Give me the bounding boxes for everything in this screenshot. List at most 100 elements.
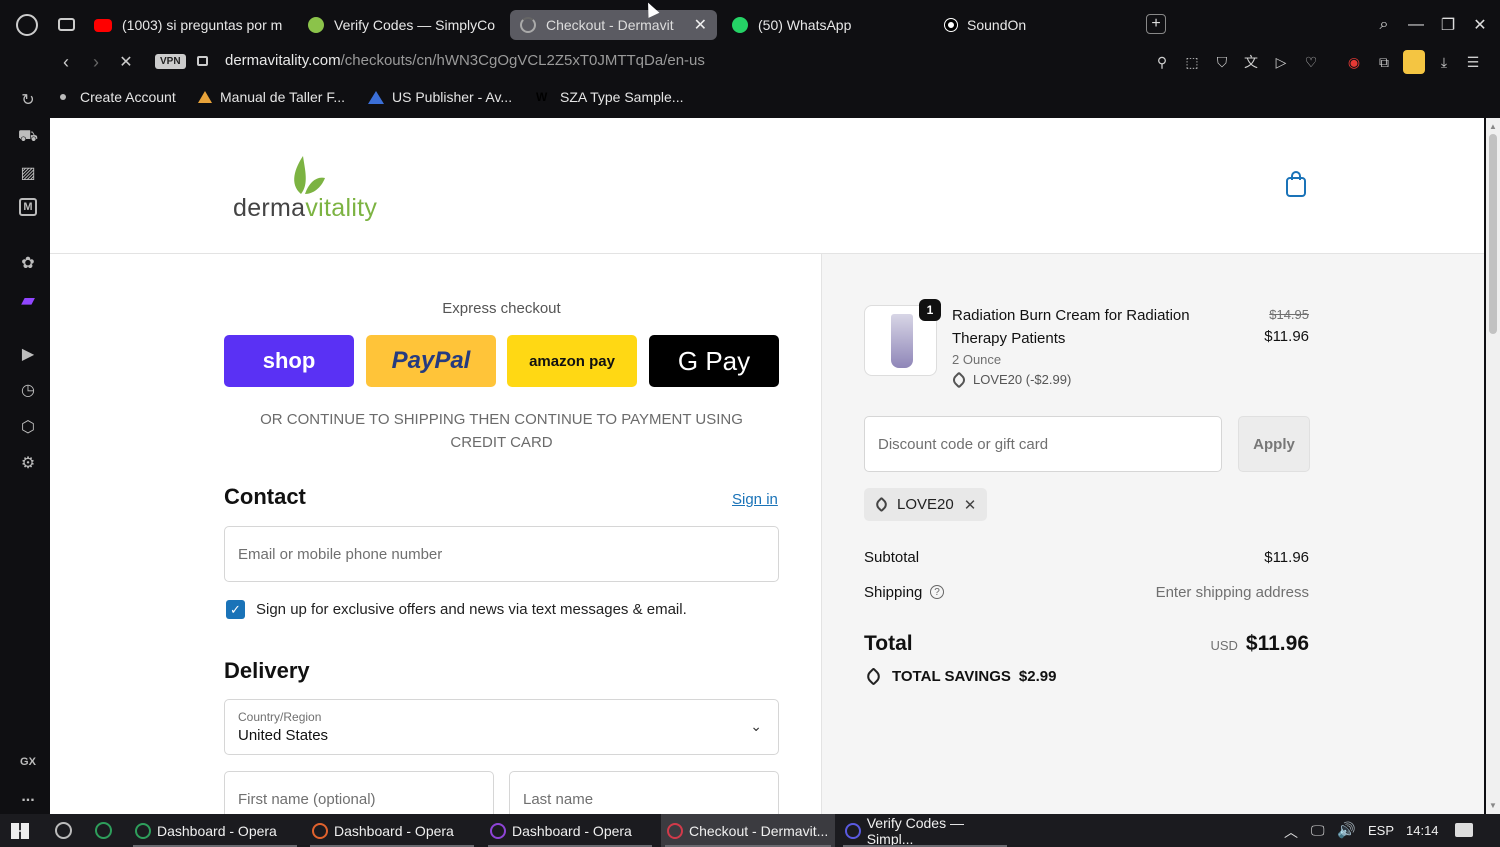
stop-loading-icon[interactable]: ✕	[116, 50, 136, 74]
new-tab-icon[interactable]: +	[1146, 14, 1166, 34]
bookmark-create-account[interactable]: Create Account	[60, 89, 176, 105]
contact-heading: Contact	[224, 484, 306, 509]
bag-icon[interactable]	[1286, 177, 1306, 197]
close-window-icon[interactable]: ✕	[1469, 14, 1491, 36]
m-app-icon[interactable]: M	[19, 198, 37, 216]
tray-chevron-icon[interactable]: ︿	[1284, 822, 1298, 842]
country-value: United States	[238, 727, 329, 744]
email-field[interactable]: Email or mobile phone number	[224, 526, 779, 582]
pin-icon[interactable]: ⚲	[1152, 52, 1172, 72]
tab-youtube[interactable]: (1003) si preguntas por m	[84, 10, 290, 40]
notifications-icon[interactable]	[1455, 823, 1473, 837]
news-icon[interactable]: ▨	[17, 162, 39, 184]
last-name-field[interactable]: Last name	[509, 771, 779, 814]
send-icon[interactable]: ▷	[1271, 52, 1291, 72]
lock-icon[interactable]	[197, 56, 208, 66]
help-icon[interactable]: ?	[930, 585, 944, 599]
taskbar-dashboard-3[interactable]: Dashboard - Opera	[484, 814, 656, 847]
bookmark-sza[interactable]: W SZA Type Sample...	[536, 89, 683, 105]
gx-label[interactable]: GX	[17, 751, 39, 773]
opera-gx-icon	[312, 822, 328, 839]
language-indicator[interactable]: ESP	[1368, 823, 1394, 838]
shipping-label: Shipping	[864, 584, 923, 601]
savings-row: TOTAL SAVINGS $2.99	[864, 667, 1057, 686]
forward-icon[interactable]: ›	[86, 50, 106, 74]
amazon-pay-button[interactable]: amazon pay	[507, 335, 637, 387]
country-select[interactable]: Country/Region United States ⌄	[224, 699, 779, 755]
taskbar-dashboard-1[interactable]: Dashboard - Opera	[129, 814, 301, 847]
brand-logo[interactable]: dermavitality	[233, 154, 393, 224]
scroll-thumb[interactable]	[1489, 134, 1497, 334]
tab-simplycodes[interactable]: Verify Codes — SimplyCo	[298, 10, 504, 40]
download-icon[interactable]: ⤓	[1434, 52, 1454, 72]
network-icon[interactable]: 🖵	[1311, 822, 1325, 839]
opera-menu-icon[interactable]	[16, 14, 38, 36]
bookmark-us-publisher[interactable]: US Publisher - Av...	[368, 89, 512, 105]
opera-taskbar-icon[interactable]	[55, 822, 72, 839]
player-icon[interactable]: ▶	[17, 343, 39, 365]
taskbar-checkout[interactable]: Checkout - Dermavit...	[661, 814, 835, 847]
opera-gx-icon	[667, 822, 683, 839]
taskbar-dashboard-2[interactable]: Dashboard - Opera	[306, 814, 478, 847]
publisher-icon	[368, 90, 384, 104]
discount-code-field[interactable]: Discount code or gift card	[864, 416, 1222, 472]
url-field[interactable]: dermavitality.com/checkouts/cn/hWN3CgOgV…	[225, 52, 705, 69]
restore-icon[interactable]: ❐	[1437, 14, 1459, 36]
savings-value: $2.99	[1018, 668, 1057, 685]
vpn-badge[interactable]: VPN	[155, 54, 186, 69]
youtube-icon	[94, 18, 112, 32]
heart-icon[interactable]: ♡	[1301, 52, 1321, 72]
minimize-icon[interactable]: —	[1405, 14, 1427, 36]
windows-start-icon[interactable]	[11, 823, 29, 839]
tab-checkout[interactable]: Checkout - Dermavit ✕	[510, 10, 717, 40]
back-icon[interactable]: ‹	[56, 50, 76, 74]
page-scrollbar[interactable]: ▲ ▼	[1486, 118, 1500, 814]
paypal-button[interactable]: PayPal	[366, 335, 496, 387]
first-name-field[interactable]: First name (optional)	[224, 771, 494, 814]
settings-icon[interactable]: ⚙	[17, 452, 39, 474]
record-icon[interactable]: ◉	[1344, 52, 1364, 72]
translate-icon[interactable]: 文	[1241, 52, 1261, 72]
scroll-up-icon[interactable]: ▲	[1489, 122, 1497, 131]
paypal-label: PayPal	[391, 347, 471, 374]
sign-in-link[interactable]: Sign in	[732, 491, 778, 508]
search-tabs-icon[interactable]: ⌕	[1373, 14, 1395, 36]
extension-active-icon[interactable]	[1403, 50, 1425, 74]
chatgpt-icon[interactable]: ✿	[17, 252, 39, 274]
shop-pay-button[interactable]: shop	[224, 335, 354, 387]
more-icon[interactable]: ...	[17, 786, 39, 808]
product-title: Radiation Burn Cream for Radiation Thera…	[952, 307, 1190, 347]
google-pay-button[interactable]: G Pay	[649, 335, 779, 387]
bookmark-label: US Publisher - Av...	[392, 89, 513, 105]
bookmark-manual[interactable]: Manual de Taller F...	[198, 89, 345, 105]
tab-soundon[interactable]: SoundOn	[935, 10, 1135, 40]
amazon-pay-label: amazon pay	[529, 352, 615, 370]
taskbar-label: Checkout - Dermavit...	[689, 822, 829, 839]
bookmark-label: SZA Type Sample...	[560, 89, 684, 105]
scroll-down-icon[interactable]: ▼	[1489, 801, 1497, 810]
optin-checkbox[interactable]: ✓	[226, 600, 245, 619]
clock[interactable]: 14:14	[1406, 823, 1439, 838]
opera-gx-taskbar-icon[interactable]	[95, 822, 112, 839]
applied-code-tag: LOVE20 ✕	[864, 488, 987, 521]
opera-gx-icon	[845, 822, 861, 839]
twitch-icon[interactable]: ▰	[17, 289, 39, 311]
history-icon[interactable]: ◷	[17, 379, 39, 401]
speed-dial-icon[interactable]: ↻	[17, 89, 39, 111]
shield-icon[interactable]: ⛉	[1212, 52, 1232, 72]
gx-corner-icon[interactable]: ⛟	[17, 126, 39, 148]
url-domain: dermavitality.com	[225, 52, 341, 69]
apply-button[interactable]: Apply	[1238, 416, 1310, 472]
tab-whatsapp[interactable]: (50) WhatsApp	[722, 10, 928, 40]
easy-setup-icon[interactable]: ☰	[1463, 52, 1483, 72]
close-tab-icon[interactable]: ✕	[694, 15, 707, 35]
brand-part-2: vitality	[305, 194, 378, 222]
snapshot-icon[interactable]: ⬚	[1182, 52, 1202, 72]
taskbar-verify-codes[interactable]: Verify Codes — Simpl...	[839, 814, 1011, 847]
tab-bar-icon[interactable]	[58, 18, 75, 31]
email-placeholder: Email or mobile phone number	[238, 545, 443, 563]
extensions-side-icon[interactable]: ⬡	[17, 416, 39, 438]
remove-code-icon[interactable]: ✕	[964, 496, 977, 514]
extensions-icon[interactable]: ⧉	[1374, 52, 1394, 72]
volume-icon[interactable]: 🔊	[1337, 821, 1356, 839]
